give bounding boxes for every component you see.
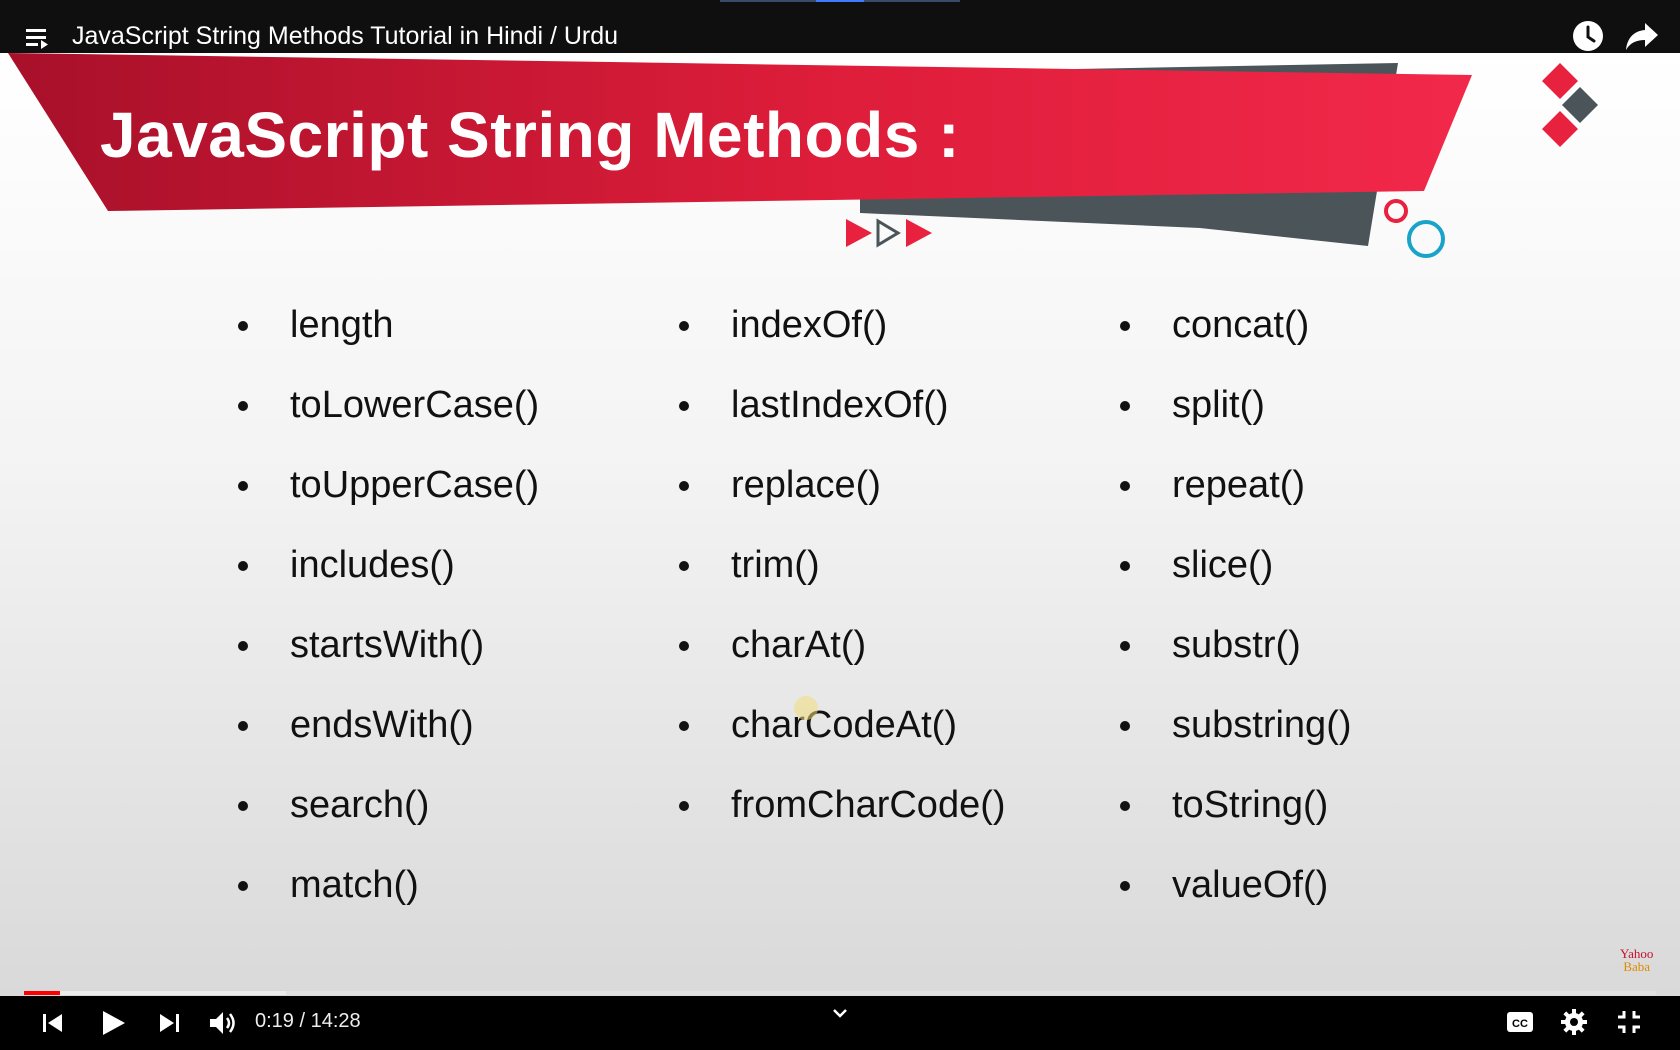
method-item: toString() — [1120, 783, 1352, 863]
time-display: 0:19 / 14:28 — [255, 1010, 361, 1032]
method-item: trim() — [679, 543, 1006, 623]
method-item: split() — [1120, 383, 1352, 463]
method-item: substring() — [1120, 703, 1352, 783]
method-item: startsWith() — [238, 623, 539, 703]
player-controls: 0:19 / 14:28 CC — [0, 996, 1680, 1050]
video-frame[interactable]: JavaScript String Methods : length toLow… — [0, 53, 1680, 996]
video-title[interactable]: JavaScript String Methods Tutorial in Hi… — [72, 20, 618, 52]
methods-column-1: length toLowerCase() toUpperCase() inclu… — [238, 303, 539, 943]
method-item: match() — [238, 863, 539, 943]
method-item: replace() — [679, 463, 1006, 543]
progress-buffered — [24, 991, 286, 995]
method-item: search() — [238, 783, 539, 863]
method-item: fromCharCode() — [679, 783, 1006, 863]
methods-column-3: concat() split() repeat() slice() substr… — [1120, 303, 1352, 943]
method-item: lastIndexOf() — [679, 383, 1006, 463]
method-item: repeat() — [1120, 463, 1352, 543]
player-top-bar: JavaScript String Methods Tutorial in Hi… — [0, 0, 1680, 53]
method-item: endsWith() — [238, 703, 539, 783]
progress-bar[interactable] — [24, 991, 1656, 995]
previous-icon[interactable] — [40, 1010, 66, 1036]
method-item: charAt() — [679, 623, 1006, 703]
captions-icon[interactable]: CC — [1506, 1010, 1534, 1034]
mouse-cursor-highlight — [794, 696, 818, 720]
chevron-down-icon[interactable] — [830, 1006, 850, 1020]
svg-text:CC: CC — [1512, 1018, 1528, 1030]
method-item: length — [238, 303, 539, 383]
methods-column-2: indexOf() lastIndexOf() replace() trim()… — [679, 303, 1006, 863]
method-item: toLowerCase() — [238, 383, 539, 463]
volume-icon[interactable] — [208, 1009, 238, 1037]
method-item: charCodeAt() — [679, 703, 1006, 783]
exit-fullscreen-icon[interactable] — [1616, 1009, 1642, 1035]
method-item: concat() — [1120, 303, 1352, 383]
playlist-menu-icon[interactable] — [26, 27, 52, 49]
clock-icon[interactable] — [1572, 20, 1604, 52]
top-loading-indicator — [720, 0, 960, 2]
method-item: substr() — [1120, 623, 1352, 703]
method-item: valueOf() — [1120, 863, 1352, 943]
share-arrow-icon[interactable] — [1625, 20, 1659, 52]
method-item: slice() — [1120, 543, 1352, 623]
method-item: includes() — [238, 543, 539, 623]
slide-title: JavaScript String Methods : — [100, 99, 960, 171]
progress-played — [24, 991, 60, 995]
channel-watermark-logo: Yahoo Baba — [1620, 946, 1654, 974]
next-icon[interactable] — [156, 1010, 182, 1036]
method-item: toUpperCase() — [238, 463, 539, 543]
method-item: indexOf() — [679, 303, 1006, 383]
gear-icon[interactable] — [1560, 1008, 1588, 1036]
play-icon[interactable] — [98, 1008, 128, 1038]
